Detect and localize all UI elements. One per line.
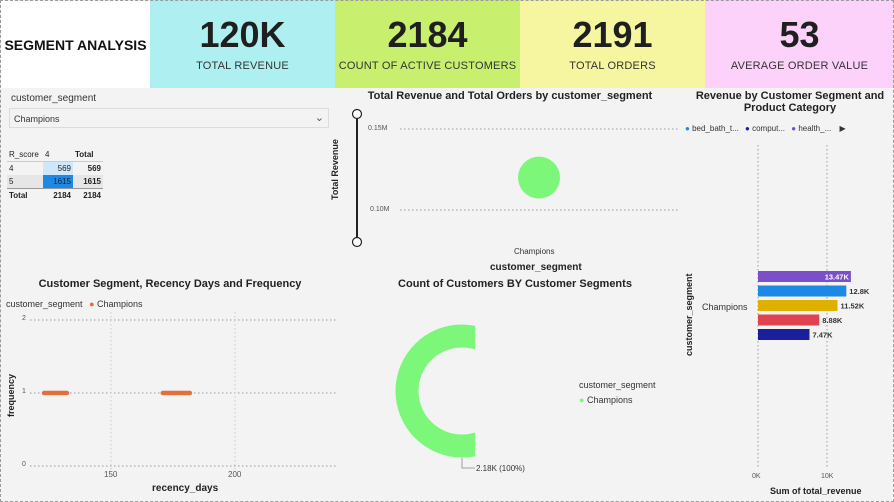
bar-chart-title-line: Product Category bbox=[743, 102, 837, 114]
kpi-value: 53 bbox=[779, 14, 820, 55]
scatter-ytick: 2 bbox=[22, 315, 26, 322]
slicer-label: customer_segment bbox=[11, 93, 97, 104]
bubble-chart-plot bbox=[351, 108, 680, 248]
kpi-value: 2191 bbox=[572, 14, 653, 55]
matrix-row-header: R_score bbox=[9, 150, 39, 159]
matrix-total-header: Total bbox=[75, 150, 94, 159]
scatter-chart-legend: customer_segment ● Champions bbox=[6, 299, 143, 309]
legend-dot-icon: ● bbox=[745, 124, 750, 133]
kpi-label: TOTAL REVENUE bbox=[196, 60, 289, 72]
legend-dot-icon: ● bbox=[685, 124, 690, 133]
donut-chart-plot bbox=[395, 324, 475, 469]
scatter-point[interactable] bbox=[64, 390, 70, 396]
rscore-matrix: R_score 4 Total 4 569 569 5 1615 1615 To… bbox=[7, 148, 103, 202]
legend-title: customer_segment bbox=[6, 299, 83, 309]
donut-legend-title: customer_segment bbox=[579, 380, 656, 390]
scatter-point[interactable] bbox=[187, 390, 193, 396]
slicer-selected-value: Champions bbox=[14, 114, 60, 124]
matrix-col-header: 4 bbox=[45, 150, 50, 159]
legend-item[interactable]: Champions bbox=[97, 299, 143, 309]
donut-slice-champions[interactable] bbox=[395, 324, 475, 458]
bubble-point-champions[interactable] bbox=[518, 156, 560, 199]
scatter-chart-title: Customer Segment, Recency Days and Frequ… bbox=[38, 278, 302, 290]
matrix-total-label: Total bbox=[9, 191, 28, 200]
kpi-card-total-orders: 2191 TOTAL ORDERS bbox=[520, 0, 705, 88]
bar-chart-title: Revenue by Customer Segment and Product … bbox=[688, 90, 892, 114]
bar-data-label: 8.88K bbox=[822, 316, 843, 325]
donut-data-label: 2.18K (100%) bbox=[476, 464, 525, 473]
chevron-down-icon[interactable]: ⌄ bbox=[315, 111, 324, 124]
matrix-grand-value: 2184 bbox=[53, 191, 71, 200]
scatter-xlabel: recency_days bbox=[152, 483, 219, 494]
bar-data-label: 11.52K bbox=[841, 302, 865, 311]
legend-item[interactable]: health_... bbox=[798, 124, 831, 133]
bar-data-label: 13.47K bbox=[825, 273, 850, 282]
bar-4[interactable] bbox=[758, 329, 810, 340]
kpi-card-average-order-value: 53 AVERAGE ORDER VALUE bbox=[705, 0, 894, 88]
scatter-ylabel: frequency bbox=[6, 373, 16, 417]
matrix-row-label[interactable]: 4 bbox=[7, 162, 43, 176]
scatter-ytick: 1 bbox=[22, 388, 26, 395]
bar-data-label: 12.8K bbox=[849, 287, 870, 296]
scatter-ytick: 0 bbox=[22, 461, 26, 468]
donut-legend: ● Champions bbox=[579, 395, 632, 405]
bar-chart-title-line: Revenue by Customer Segment and bbox=[695, 90, 885, 102]
bar-data-label: 7.47K bbox=[813, 331, 834, 340]
bar-3[interactable] bbox=[758, 314, 820, 326]
legend-next-arrow-icon[interactable]: ▶ bbox=[839, 124, 845, 133]
bar-2[interactable] bbox=[758, 300, 838, 311]
bar-chart-legend: ● bed_bath_t... ● comput... ● health_...… bbox=[685, 124, 846, 133]
page-title: SEGMENT ANALYSIS bbox=[1, 1, 150, 88]
bar-chart-plot: 13.47K 12.8K 11.52K 8.88K 7.47K bbox=[757, 145, 870, 467]
bar-chart-xtick: 10K bbox=[821, 473, 834, 480]
bar-chart-ylabel: customer_segment bbox=[684, 273, 694, 356]
play-axis-handle-top[interactable] bbox=[351, 108, 363, 120]
kpi-value: 120K bbox=[199, 14, 286, 55]
segment-slicer-dropdown[interactable]: Champions ⌄ bbox=[9, 108, 329, 128]
bubble-chart-ylabel: Total Revenue bbox=[330, 139, 340, 200]
matrix-cell[interactable]: 1615 bbox=[43, 175, 73, 189]
play-axis-handle-bottom[interactable] bbox=[351, 236, 363, 248]
matrix-row-total: 1615 bbox=[83, 177, 101, 186]
kpi-card-total-revenue: 120K TOTAL REVENUE bbox=[150, 0, 335, 88]
scatter-plot bbox=[30, 312, 336, 470]
legend-item[interactable]: comput... bbox=[752, 124, 785, 133]
matrix-row-label[interactable]: 5 bbox=[7, 175, 43, 189]
data-label-leader-line bbox=[461, 458, 475, 469]
bubble-chart-xlabel: customer_segment bbox=[490, 262, 582, 273]
bar-1[interactable] bbox=[758, 285, 847, 297]
legend-item[interactable]: bed_bath_t... bbox=[692, 124, 739, 133]
bubble-chart-category: Champions bbox=[514, 247, 555, 256]
matrix-cell[interactable]: 569 bbox=[43, 161, 73, 175]
bar-chart-xtick: 0K bbox=[752, 473, 761, 480]
bubble-chart-title: Total Revenue and Total Orders by custom… bbox=[367, 90, 653, 102]
legend-dot-icon: ● bbox=[791, 124, 797, 133]
bar-chart-category: Champions bbox=[702, 302, 748, 312]
kpi-label: COUNT OF ACTIVE CUSTOMERS bbox=[338, 60, 517, 72]
donut-chart-title: Count of Customers BY Customer Segments bbox=[398, 278, 632, 290]
kpi-card-active-customers: 2184 COUNT OF ACTIVE CUSTOMERS bbox=[335, 0, 520, 88]
kpi-label: TOTAL ORDERS bbox=[569, 60, 656, 72]
matrix-row-total: 569 bbox=[87, 164, 101, 173]
kpi-value: 2184 bbox=[387, 14, 468, 55]
legend-dot-icon: ● bbox=[579, 395, 585, 405]
matrix-grand-total: 2184 bbox=[83, 191, 101, 200]
bar-chart-xlabel: Sum of total_revenue bbox=[770, 486, 862, 496]
legend-item[interactable]: Champions bbox=[587, 395, 633, 405]
legend-dot-icon: ● bbox=[89, 299, 95, 309]
kpi-label: AVERAGE ORDER VALUE bbox=[730, 60, 869, 72]
